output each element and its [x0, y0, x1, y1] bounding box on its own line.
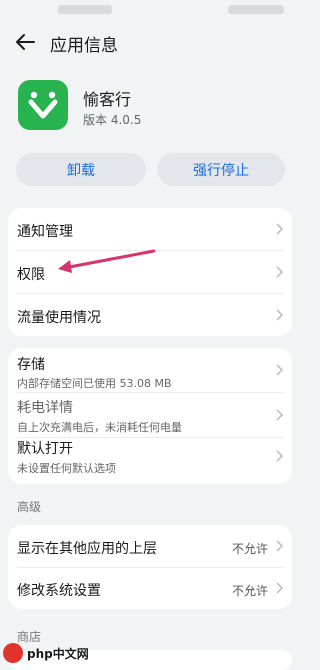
row-label: 通知管理 [17, 224, 73, 240]
battery-usage-row[interactable]: 耗电详情 自上次充满电后，未消耗任何电量 [8, 393, 292, 437]
app-name: 愉客行 [83, 90, 132, 109]
row-label: 默认打开 [17, 441, 73, 457]
watermark: php中文网 [0, 641, 89, 665]
status-bar [0, 0, 300, 20]
row-subtitle: 未设置任何默认选项 [17, 462, 116, 475]
chevron-right-icon [276, 450, 283, 462]
draw-over-apps-row[interactable]: 显示在其他应用的上层 不允许 [8, 525, 292, 567]
page-title: 应用信息 [50, 36, 118, 56]
chevron-right-icon [276, 540, 283, 552]
chevron-right-icon [276, 409, 283, 421]
row-label: 存储 [17, 357, 45, 373]
storage-row[interactable]: 存储 内部存储空间已使用 53.08 MB [8, 348, 292, 392]
row-value: 不允许 [231, 542, 268, 556]
chevron-right-icon [276, 582, 283, 594]
row-label: 显示在其他应用的上层 [17, 541, 157, 557]
row-value: 不允许 [231, 584, 268, 598]
watermark-text: php中文网 [27, 646, 89, 661]
row-label: 流量使用情况 [17, 310, 101, 326]
app-icon [18, 80, 68, 130]
row-label: 权限 [17, 267, 45, 283]
settings-card-advanced: 显示在其他应用的上层 不允许 修改系统设置 不允许 [8, 525, 292, 609]
annotation-arrow [58, 249, 156, 273]
watermark-logo-icon [3, 643, 23, 663]
app-bar: 应用信息 [0, 26, 300, 58]
chevron-right-icon [276, 309, 283, 321]
row-label: 耗电详情 [17, 400, 73, 416]
chevron-right-icon [276, 266, 283, 278]
smile-logo-icon [28, 91, 58, 119]
data-usage-row[interactable]: 流量使用情况 [8, 294, 292, 336]
back-arrow-icon[interactable] [14, 31, 36, 53]
force-stop-button[interactable]: 强行停止 [157, 153, 285, 186]
app-version: 版本 4.0.5 [83, 113, 142, 127]
section-header-advanced: 高级 [17, 500, 42, 514]
chevron-right-icon [276, 223, 283, 235]
notification-management-row[interactable]: 通知管理 [8, 208, 292, 250]
uninstall-button[interactable]: 卸载 [16, 153, 146, 186]
row-subtitle: 内部存储空间已使用 53.08 MB [17, 377, 172, 390]
row-subtitle: 自上次充满电后，未消耗任何电量 [17, 421, 182, 434]
modify-system-settings-row[interactable]: 修改系统设置 不允许 [8, 568, 292, 609]
row-label: 修改系统设置 [17, 583, 101, 599]
default-open-row[interactable]: 默认打开 未设置任何默认选项 [8, 438, 292, 484]
settings-card-storage: 存储 内部存储空间已使用 53.08 MB 耗电详情 自上次充满电后，未消耗任何… [8, 348, 292, 484]
chevron-right-icon [276, 364, 283, 376]
